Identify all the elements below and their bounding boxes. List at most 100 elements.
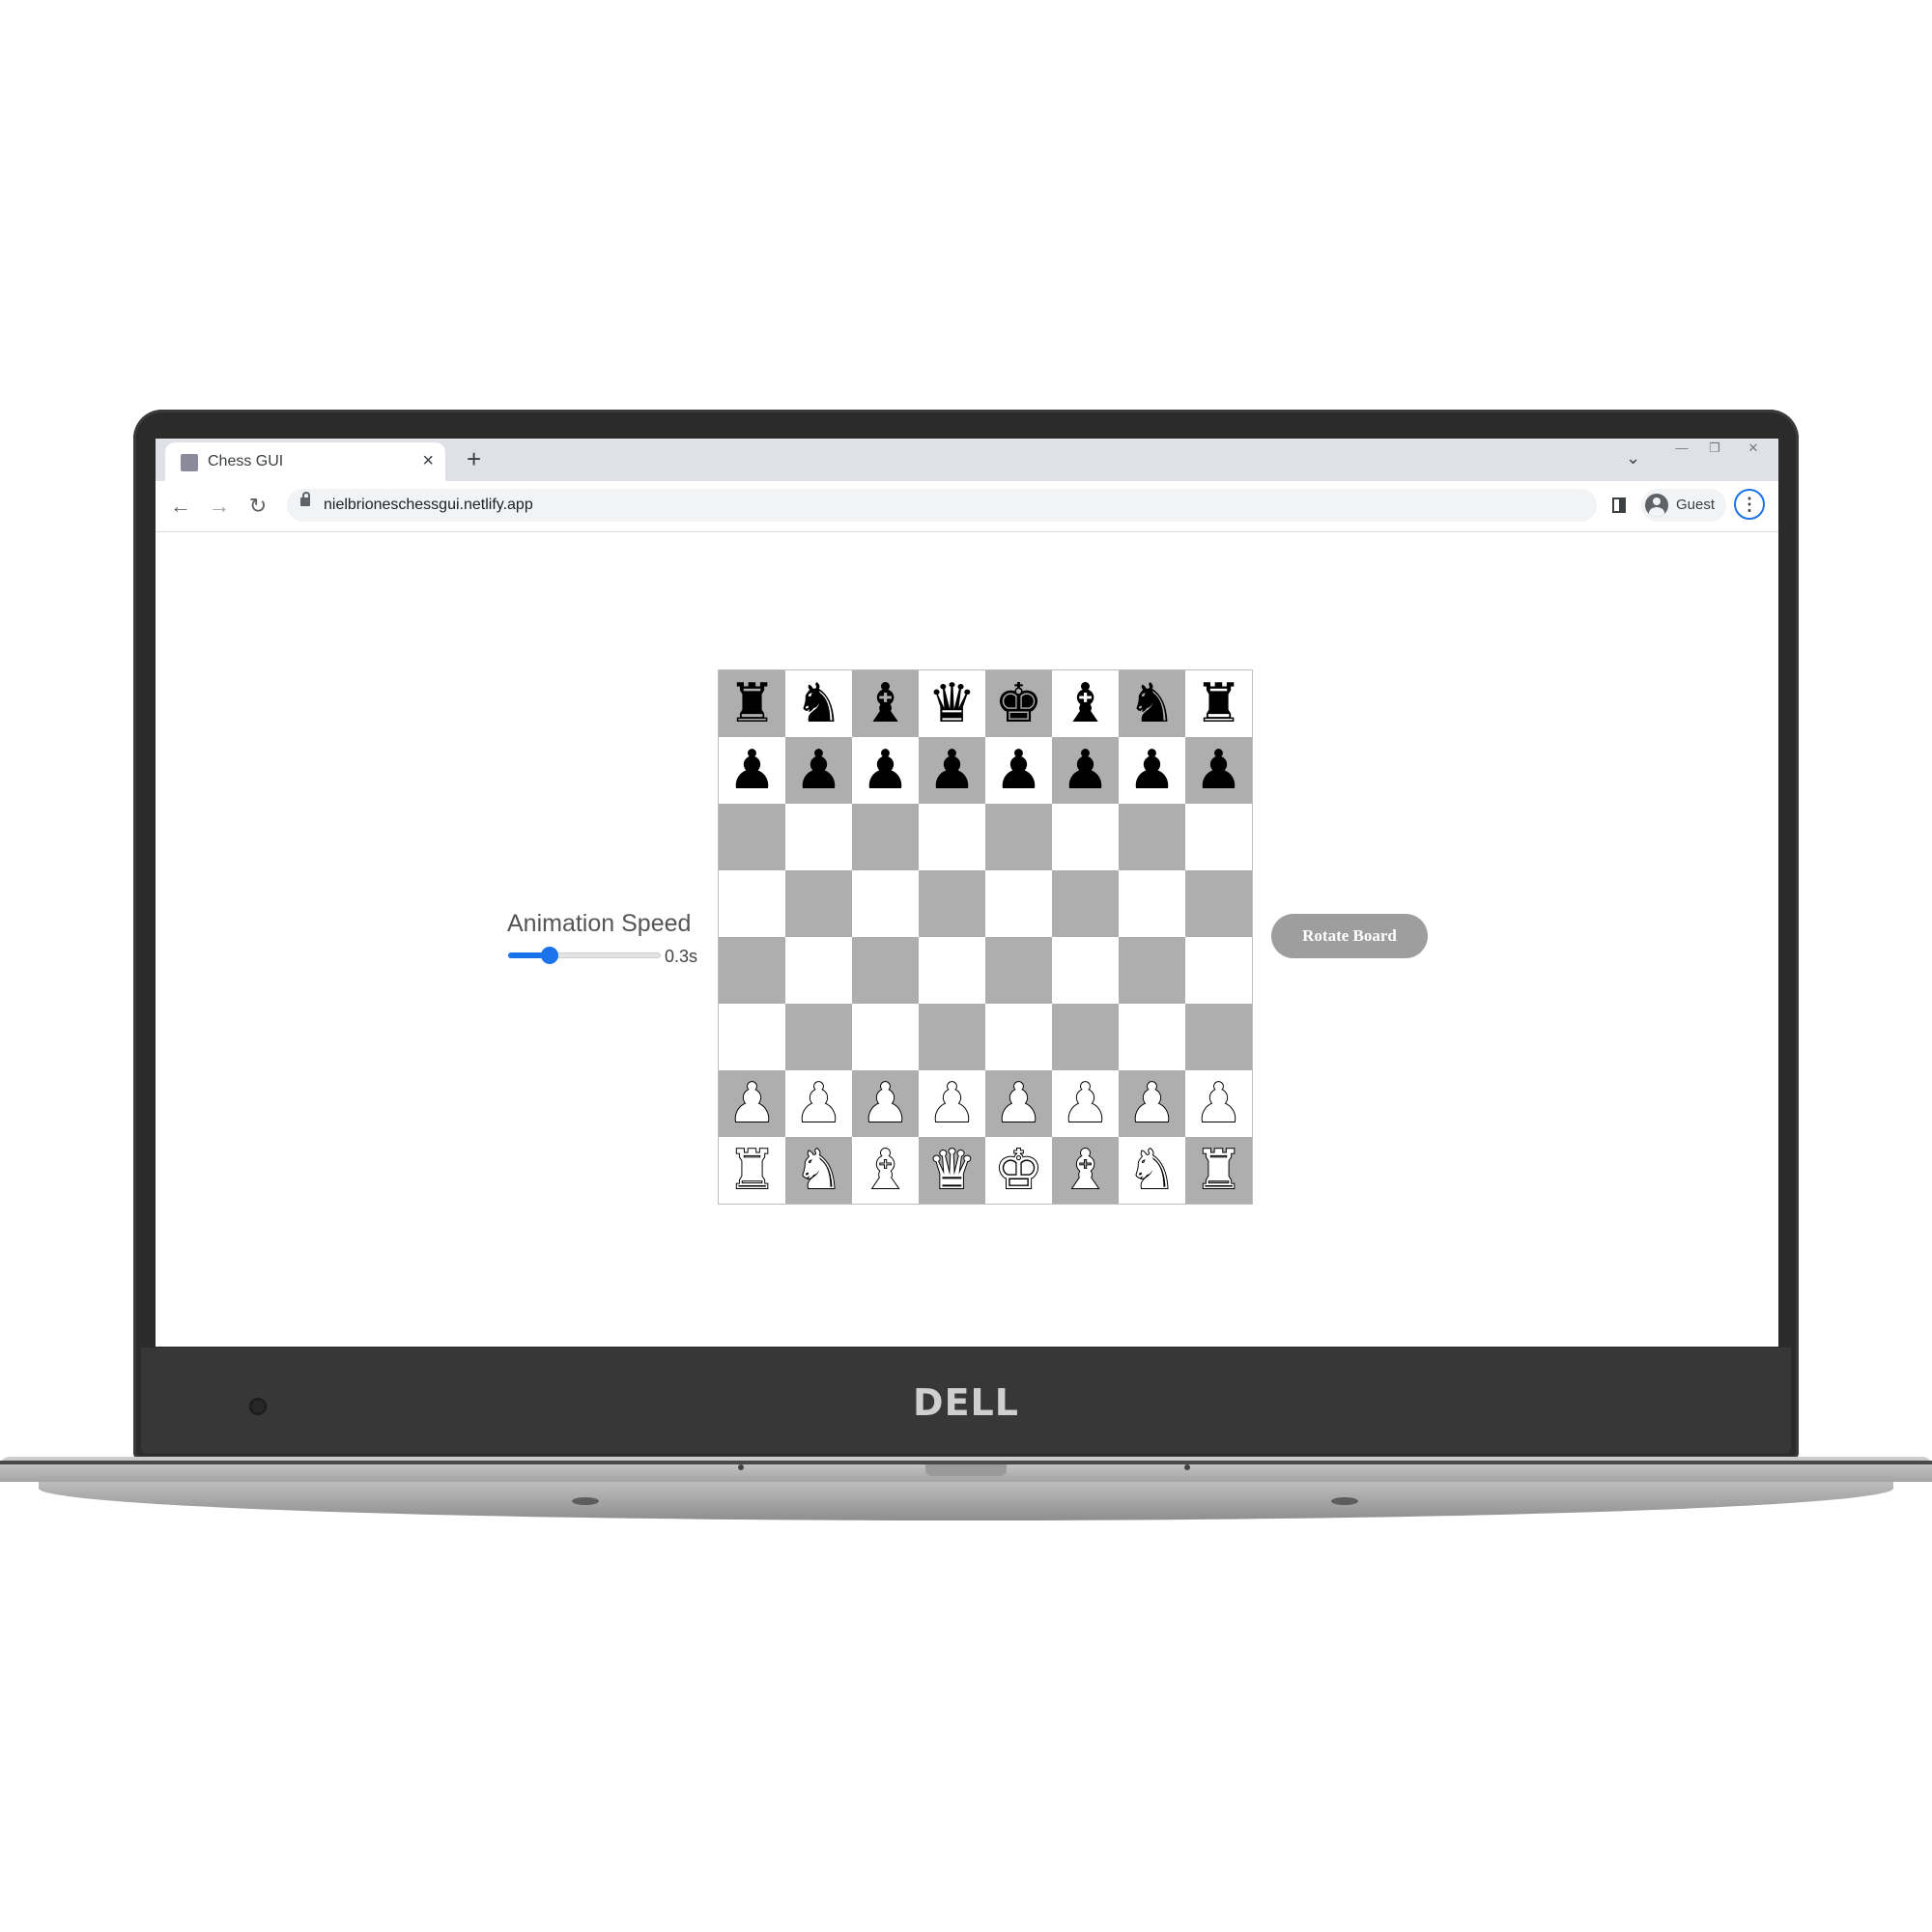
square-e6[interactable] xyxy=(985,804,1052,870)
square-h8[interactable]: ♜ xyxy=(1185,670,1252,737)
square-a3[interactable] xyxy=(719,1004,785,1070)
square-g5[interactable] xyxy=(1119,870,1185,937)
square-f5[interactable] xyxy=(1052,870,1119,937)
square-f2[interactable]: ♟ xyxy=(1052,1070,1119,1137)
rotate-board-button[interactable]: Rotate Board xyxy=(1271,914,1428,958)
square-e1[interactable]: ♚ xyxy=(985,1137,1052,1204)
new-tab-button[interactable]: + xyxy=(467,444,481,473)
black-king-icon[interactable]: ♚ xyxy=(994,676,1042,731)
restore-icon[interactable]: ❐ xyxy=(1701,440,1728,456)
square-a2[interactable]: ♟ xyxy=(719,1070,785,1137)
square-c3[interactable] xyxy=(852,1004,919,1070)
square-g8[interactable]: ♞ xyxy=(1119,670,1185,737)
square-b4[interactable] xyxy=(785,937,852,1004)
minimize-icon[interactable]: — xyxy=(1668,440,1695,456)
black-pawn-icon[interactable]: ♟ xyxy=(1194,743,1242,798)
square-h1[interactable]: ♜ xyxy=(1185,1137,1252,1204)
black-knight-icon[interactable]: ♞ xyxy=(794,676,842,731)
square-g1[interactable]: ♞ xyxy=(1119,1137,1185,1204)
black-pawn-icon[interactable]: ♟ xyxy=(861,743,909,798)
square-c4[interactable] xyxy=(852,937,919,1004)
square-d8[interactable]: ♛ xyxy=(919,670,985,737)
square-a6[interactable] xyxy=(719,804,785,870)
white-knight-icon[interactable]: ♞ xyxy=(793,1142,843,1198)
square-a4[interactable] xyxy=(719,937,785,1004)
square-e7[interactable]: ♟ xyxy=(985,737,1052,804)
white-pawn-icon[interactable]: ♟ xyxy=(793,1075,843,1131)
square-a1[interactable]: ♜ xyxy=(719,1137,785,1204)
url-text[interactable]: nielbrioneschessgui.netlify.app xyxy=(324,496,533,515)
animation-speed-slider[interactable] xyxy=(508,947,661,964)
profile-button[interactable]: Guest xyxy=(1641,489,1726,522)
square-f8[interactable]: ♝ xyxy=(1052,670,1119,737)
square-b2[interactable]: ♟ xyxy=(785,1070,852,1137)
white-knight-icon[interactable]: ♞ xyxy=(1126,1142,1177,1198)
square-c2[interactable]: ♟ xyxy=(852,1070,919,1137)
square-f3[interactable] xyxy=(1052,1004,1119,1070)
square-h7[interactable]: ♟ xyxy=(1185,737,1252,804)
square-b3[interactable] xyxy=(785,1004,852,1070)
lock-icon[interactable] xyxy=(300,492,310,506)
square-e5[interactable] xyxy=(985,870,1052,937)
white-queen-icon[interactable]: ♛ xyxy=(926,1142,977,1198)
square-b1[interactable]: ♞ xyxy=(785,1137,852,1204)
kebab-menu-icon[interactable]: ⋮ xyxy=(1734,489,1765,520)
square-h6[interactable] xyxy=(1185,804,1252,870)
square-b5[interactable] xyxy=(785,870,852,937)
square-h4[interactable] xyxy=(1185,937,1252,1004)
square-h5[interactable] xyxy=(1185,870,1252,937)
black-knight-icon[interactable]: ♞ xyxy=(1127,676,1176,731)
white-pawn-icon[interactable]: ♟ xyxy=(726,1075,777,1131)
white-rook-icon[interactable]: ♜ xyxy=(1193,1142,1243,1198)
forward-icon[interactable]: → xyxy=(206,493,233,520)
square-d1[interactable]: ♛ xyxy=(919,1137,985,1204)
black-pawn-icon[interactable]: ♟ xyxy=(794,743,842,798)
square-a7[interactable]: ♟ xyxy=(719,737,785,804)
chess-board[interactable]: ♜ ♞ ♝ ♛ ♚ ♝ ♞ ♜ ♟ ♟ ♟ ♟ ♟ ♟ ♟ ♟ ♟ ♟ ♟ ♟ ♟ ♟ ♟ ♟ ♜ ♞ ♝ ♛ ♚ ♝ ♞ ♜ xyxy=(718,669,1253,1205)
square-f4[interactable] xyxy=(1052,937,1119,1004)
square-c5[interactable] xyxy=(852,870,919,937)
square-b6[interactable] xyxy=(785,804,852,870)
square-h2[interactable]: ♟ xyxy=(1185,1070,1252,1137)
black-bishop-icon[interactable]: ♝ xyxy=(1061,676,1109,731)
black-pawn-icon[interactable]: ♟ xyxy=(1061,743,1109,798)
square-f7[interactable]: ♟ xyxy=(1052,737,1119,804)
square-a8[interactable]: ♜ xyxy=(719,670,785,737)
black-rook-icon[interactable]: ♜ xyxy=(727,676,776,731)
white-king-icon[interactable]: ♚ xyxy=(993,1142,1043,1198)
square-h3[interactable] xyxy=(1185,1004,1252,1070)
square-b8[interactable]: ♞ xyxy=(785,670,852,737)
white-rook-icon[interactable]: ♜ xyxy=(726,1142,777,1198)
square-d3[interactable] xyxy=(919,1004,985,1070)
square-c8[interactable]: ♝ xyxy=(852,670,919,737)
white-bishop-icon[interactable]: ♝ xyxy=(860,1142,910,1198)
white-pawn-icon[interactable]: ♟ xyxy=(1060,1075,1110,1131)
reload-icon[interactable]: ↻ xyxy=(244,493,271,520)
address-bar[interactable]: nielbrioneschessgui.netlify.app xyxy=(287,489,1597,522)
white-pawn-icon[interactable]: ♟ xyxy=(1126,1075,1177,1131)
square-d4[interactable] xyxy=(919,937,985,1004)
square-c7[interactable]: ♟ xyxy=(852,737,919,804)
white-pawn-icon[interactable]: ♟ xyxy=(860,1075,910,1131)
white-pawn-icon[interactable]: ♟ xyxy=(993,1075,1043,1131)
square-d7[interactable]: ♟ xyxy=(919,737,985,804)
back-icon[interactable]: ← xyxy=(167,493,194,520)
square-c6[interactable] xyxy=(852,804,919,870)
side-panel-icon[interactable] xyxy=(1612,497,1626,513)
square-e4[interactable] xyxy=(985,937,1052,1004)
square-g4[interactable] xyxy=(1119,937,1185,1004)
square-e2[interactable]: ♟ xyxy=(985,1070,1052,1137)
black-pawn-icon[interactable]: ♟ xyxy=(927,743,976,798)
window-close-icon[interactable]: ✕ xyxy=(1740,440,1767,456)
black-rook-icon[interactable]: ♜ xyxy=(1194,676,1242,731)
square-e3[interactable] xyxy=(985,1004,1052,1070)
black-bishop-icon[interactable]: ♝ xyxy=(861,676,909,731)
square-g6[interactable] xyxy=(1119,804,1185,870)
tab-search-icon[interactable]: ⌄ xyxy=(1626,448,1640,469)
white-bishop-icon[interactable]: ♝ xyxy=(1060,1142,1110,1198)
square-d2[interactable]: ♟ xyxy=(919,1070,985,1137)
black-pawn-icon[interactable]: ♟ xyxy=(994,743,1042,798)
square-g7[interactable]: ♟ xyxy=(1119,737,1185,804)
white-pawn-icon[interactable]: ♟ xyxy=(926,1075,977,1131)
square-b7[interactable]: ♟ xyxy=(785,737,852,804)
